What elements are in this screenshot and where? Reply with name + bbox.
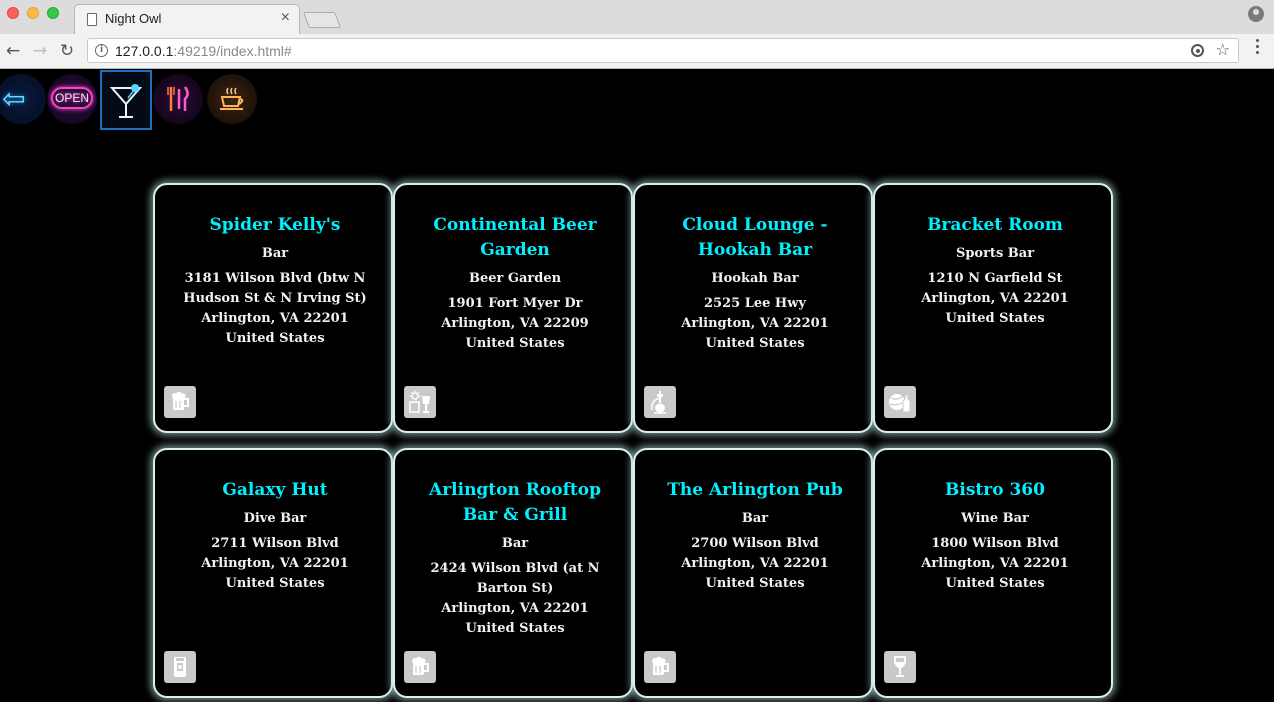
maximize-window-button[interactable] <box>47 7 59 19</box>
venue-name[interactable]: The Arlington Pub <box>655 478 855 503</box>
close-window-button[interactable] <box>7 7 19 19</box>
venue-card[interactable]: Continental Beer Garden Beer Garden 1901… <box>393 183 633 433</box>
page: ⇦ OPEN Spider Kelly's Bar 3181 Wilson Bl… <box>0 69 1274 702</box>
nav-back-button[interactable]: ⇦ <box>0 74 46 124</box>
venue-address: 2711 Wilson Blvd <box>211 536 339 551</box>
venue-details: Hookah Bar 2525 Lee Hwy Arlington, VA 22… <box>653 269 857 354</box>
browser-menu-icon[interactable] <box>1256 39 1260 57</box>
url-path: :49219/index.html# <box>173 43 292 59</box>
nav-open-button[interactable]: OPEN <box>47 74 97 124</box>
venue-country: United States <box>945 576 1045 591</box>
venue-details: Dive Bar 2711 Wilson Blvd Arlington, VA … <box>173 509 377 594</box>
venue-country: United States <box>945 311 1045 326</box>
forward-button[interactable]: → <box>29 40 51 62</box>
venue-city: Arlington, VA 22201 <box>681 316 829 331</box>
beer-mug-icon <box>644 651 676 683</box>
venue-address: 1800 Wilson Blvd <box>931 536 1059 551</box>
venue-city: Arlington, VA 22209 <box>441 316 589 331</box>
back-button[interactable]: ← <box>2 40 24 62</box>
neon-fork-knife-icon <box>167 86 189 111</box>
location-icon[interactable] <box>1191 44 1204 57</box>
venue-address: 1210 N Garfield St <box>927 271 1063 286</box>
venue-city: Arlington, VA 22201 <box>921 291 1069 306</box>
venue-card[interactable]: Arlington Rooftop Bar & Grill Bar 2424 W… <box>393 448 633 698</box>
new-tab-button[interactable] <box>303 12 341 28</box>
venue-name[interactable]: Arlington Rooftop Bar & Grill <box>415 478 615 528</box>
tab-bar: Night Owl × <box>0 0 1274 34</box>
venue-address: 2525 Lee Hwy <box>704 296 806 311</box>
venue-country: United States <box>465 336 565 351</box>
hookah-icon <box>644 386 676 418</box>
venue-details: Bar 2424 Wilson Blvd (at N Barton St) Ar… <box>413 534 617 639</box>
address-bar[interactable]: i 127.0.0.1:49219/index.html# ☆ <box>87 38 1239 63</box>
nav-restaurants-button[interactable] <box>153 74 203 124</box>
sports-bar-icon <box>884 386 916 418</box>
venue-country: United States <box>465 621 565 636</box>
venue-city: Arlington, VA 22201 <box>921 556 1069 571</box>
venue-type: Beer Garden <box>468 271 562 286</box>
tab-title: Night Owl <box>105 11 162 26</box>
venue-type: Wine Bar <box>961 511 1029 526</box>
bookmark-star-icon[interactable]: ☆ <box>1216 40 1230 59</box>
venue-name[interactable]: Galaxy Hut <box>175 478 375 503</box>
venue-card[interactable]: Bistro 360 Wine Bar 1800 Wilson Blvd Arl… <box>873 448 1113 698</box>
venue-details: Bar 3181 Wilson Blvd (btw N Hudson St & … <box>173 244 377 349</box>
profile-icon[interactable] <box>1248 6 1264 22</box>
venue-details: Beer Garden 1901 Fort Myer Dr Arlington,… <box>413 269 617 354</box>
neon-open-sign-icon: OPEN <box>51 87 93 109</box>
venue-name[interactable]: Continental Beer Garden <box>415 213 615 263</box>
venue-details: Sports Bar 1210 N Garfield St Arlington,… <box>893 244 1097 329</box>
venue-country: United States <box>225 331 325 346</box>
beer-garden-icon <box>404 386 436 418</box>
browser-tab[interactable]: Night Owl × <box>74 4 300 34</box>
venue-details: Wine Bar 1800 Wilson Blvd Arlington, VA … <box>893 509 1097 594</box>
neon-coffee-cup-icon <box>220 87 244 110</box>
venue-card[interactable]: Spider Kelly's Bar 3181 Wilson Blvd (btw… <box>153 183 393 433</box>
venue-type: Dive Bar <box>243 511 307 526</box>
venue-address: 1901 Fort Myer Dr <box>447 296 583 311</box>
beer-mug-icon <box>164 386 196 418</box>
venue-type: Bar <box>741 511 769 526</box>
venue-name[interactable]: Bracket Room <box>895 213 1095 238</box>
venue-type: Bar <box>261 246 289 261</box>
venue-type: Bar <box>501 536 529 551</box>
venue-name[interactable]: Spider Kelly's <box>175 213 375 238</box>
info-icon[interactable]: i <box>95 44 108 57</box>
venue-city: Arlington, VA 22201 <box>681 556 829 571</box>
venue-city: Arlington, VA 22201 <box>201 311 349 326</box>
venue-name[interactable]: Cloud Lounge - Hookah Bar <box>655 213 855 263</box>
venue-card[interactable]: Cloud Lounge - Hookah Bar Hookah Bar 252… <box>633 183 873 433</box>
venue-city: Arlington, VA 22201 <box>201 556 349 571</box>
tab-close-icon[interactable]: × <box>281 9 290 27</box>
venue-name[interactable]: Bistro 360 <box>895 478 1095 503</box>
venue-country: United States <box>705 336 805 351</box>
venue-card[interactable]: Galaxy Hut Dive Bar 2711 Wilson Blvd Arl… <box>153 448 393 698</box>
beer-mug-icon <box>404 651 436 683</box>
venue-card[interactable]: The Arlington Pub Bar 2700 Wilson Blvd A… <box>633 448 873 698</box>
page-icon <box>87 13 97 26</box>
venue-city: Arlington, VA 22201 <box>441 601 589 616</box>
venue-address: 2700 Wilson Blvd <box>691 536 819 551</box>
venue-card[interactable]: Bracket Room Sports Bar 1210 N Garfield … <box>873 183 1113 433</box>
browser-toolbar: ← → ↻ i 127.0.0.1:49219/index.html# ☆ <box>0 34 1274 68</box>
neon-arrow-icon: ⇦ <box>2 82 26 115</box>
venue-type: Sports Bar <box>955 246 1035 261</box>
venue-country: United States <box>705 576 805 591</box>
venue-address: 2424 Wilson Blvd (at N Barton St) <box>430 561 600 596</box>
wine-glass-icon <box>884 651 916 683</box>
reload-button[interactable]: ↻ <box>56 40 78 62</box>
venue-address: 3181 Wilson Blvd (btw N Hudson St & N Ir… <box>183 271 367 306</box>
venue-type: Hookah Bar <box>711 271 799 286</box>
venue-details: Bar 2700 Wilson Blvd Arlington, VA 22201… <box>653 509 857 594</box>
url-text[interactable]: 127.0.0.1:49219/index.html# <box>115 43 292 59</box>
browser-chrome: Night Owl × ← → ↻ i 127.0.0.1:49219/inde… <box>0 0 1274 69</box>
neon-cocktail-icon <box>109 84 143 118</box>
venue-country: United States <box>225 576 325 591</box>
nav-bars-button[interactable] <box>100 70 152 130</box>
url-host: 127.0.0.1 <box>115 43 174 59</box>
minimize-window-button[interactable] <box>27 7 39 19</box>
nav-coffee-button[interactable] <box>207 74 257 124</box>
dive-bar-icon <box>164 651 196 683</box>
